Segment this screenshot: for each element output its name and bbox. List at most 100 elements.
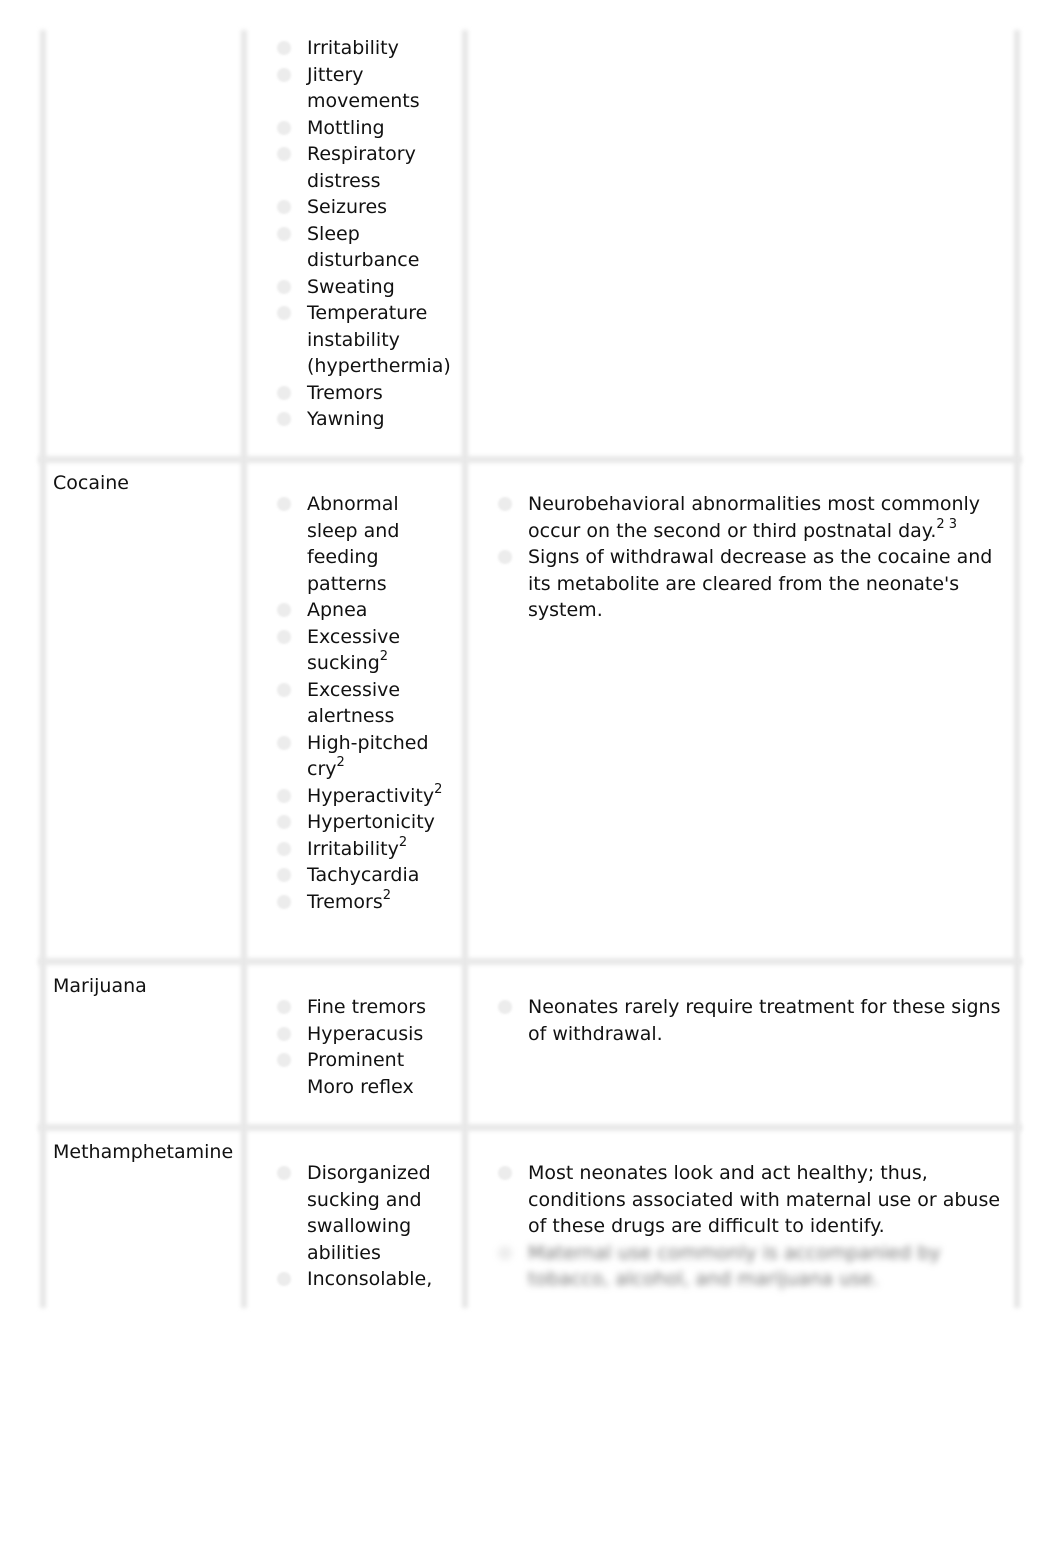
list-item: Mottling (277, 115, 447, 142)
item-text: Hyperactivity (307, 784, 435, 807)
drug-name: Cocaine (53, 472, 129, 494)
item-text: Irritability (307, 837, 399, 860)
list-item: Abnormal sleep and feeding patterns (277, 491, 447, 597)
bullet-icon (277, 1166, 291, 1180)
reference-superscript[interactable]: 2 (380, 649, 388, 664)
list-item: Tremors (277, 380, 447, 407)
bullet-icon (277, 200, 291, 214)
notes-list: Most neonates look and act healthy; thus… (498, 1160, 1003, 1293)
list-item: Hypertonicity (277, 809, 447, 836)
bullet-icon (277, 682, 291, 697)
item-text: Maternal use commonly is accompanied by … (528, 1241, 941, 1291)
bullet-icon (277, 147, 291, 161)
list-item: Yawning (277, 406, 447, 433)
item-text: Irritability (307, 37, 399, 59)
bullet-icon (277, 120, 291, 135)
list-item: Inconsolable, (277, 1266, 447, 1293)
list-item: Tremors2 (277, 888, 447, 916)
item-text: Tremors (307, 890, 383, 913)
list-item: Apnea (277, 597, 447, 624)
list-item: Most neonates look and act healthy; thus… (498, 1160, 1003, 1240)
bullet-icon (277, 412, 291, 426)
item-text: High-pitched cry (307, 731, 429, 781)
list-item: Signs of withdrawal decrease as the coca… (498, 544, 1003, 624)
reference-superscript[interactable]: 2 3 (936, 517, 957, 532)
list-item: Jittery movements (277, 62, 447, 115)
item-text: Neonates rarely require treatment for th… (528, 996, 1001, 1045)
reference-superscript[interactable]: 2 (399, 835, 407, 850)
bullet-icon (498, 550, 512, 564)
item-text: Sleep disturbance (307, 222, 420, 272)
item-text: Hypertonicity (307, 811, 435, 833)
bullet-icon (277, 1000, 291, 1014)
table-border-col2 (462, 30, 468, 1308)
notes-list: Neonates rarely require treatment for th… (498, 994, 1003, 1047)
bullet-icon (277, 385, 291, 400)
item-text: Seizures (307, 196, 388, 218)
bullet-icon (277, 629, 291, 644)
reference-superscript[interactable]: 2 (337, 755, 345, 770)
bullet-icon (498, 1000, 512, 1014)
bullet-icon (277, 868, 291, 882)
list-item: Seizures (277, 194, 447, 221)
item-text: Inconsolable, (307, 1268, 433, 1290)
item-text: Most neonates look and act healthy; thus… (528, 1162, 1001, 1237)
item-text: Prominent Moro reflex (307, 1049, 414, 1098)
table-border-left (40, 30, 46, 1308)
item-text: Jittery movements (307, 63, 420, 113)
item-text: Tachycardia (307, 864, 420, 886)
item-text: Neurobehavioral abnormalities most commo… (528, 493, 981, 542)
drug-name: Methamphetamine (53, 1141, 234, 1163)
list-item: Disorganized sucking and swallowing abil… (277, 1160, 447, 1266)
row-divider (38, 456, 1022, 463)
list-item: Prominent Moro reflex (277, 1047, 447, 1100)
list-item: Sleep disturbance (277, 221, 447, 274)
bullet-icon (277, 603, 291, 617)
list-item: Sweating (277, 274, 447, 301)
bullet-icon (277, 735, 291, 750)
item-text: Sweating (307, 275, 395, 298)
bullet-icon (277, 841, 291, 856)
item-text: Temperature instability (hyperthermia) (307, 302, 451, 377)
bullet-icon (277, 306, 291, 320)
list-item: Neonates rarely require treatment for th… (498, 994, 1003, 1047)
bullet-icon (498, 1245, 512, 1260)
bullet-icon (277, 1026, 291, 1041)
row-divider (38, 1124, 1022, 1131)
item-text: Excessive alertness (307, 678, 401, 728)
item-text: Yawning (307, 408, 385, 430)
notes-list: Neurobehavioral abnormalities most commo… (498, 491, 1003, 624)
item-text: Abnormal sleep and feeding patterns (307, 493, 400, 595)
bullet-icon (277, 226, 291, 241)
list-item: Hyperacusis (277, 1021, 447, 1048)
signs-list: Disorganized sucking and swallowing abil… (277, 1160, 447, 1293)
item-text: Disorganized sucking and swallowing abil… (307, 1162, 431, 1264)
bullet-icon (277, 815, 291, 829)
item-text: Hyperacusis (307, 1022, 424, 1045)
item-text: Apnea (307, 599, 368, 621)
table-border-col1 (241, 30, 247, 1308)
bullet-icon (277, 894, 291, 909)
bullet-icon (277, 279, 291, 294)
bullet-icon (277, 1272, 291, 1286)
bullet-icon (277, 67, 291, 82)
list-item: Irritability2 (277, 835, 447, 863)
list-item: Tachycardia (277, 862, 447, 889)
list-item: Excessive sucking2 (277, 624, 447, 677)
signs-list: Abnormal sleep and feeding patterns Apnea… (277, 491, 447, 916)
signs-list: Fine tremors Hyperacusis Prominent Moro re… (277, 994, 447, 1100)
list-item: Hyperactivity2 (277, 782, 447, 810)
bullet-icon (277, 1053, 291, 1067)
reference-superscript[interactable]: 2 (383, 888, 391, 903)
item-text: Tremors (307, 381, 383, 404)
bullet-icon (277, 41, 291, 55)
list-item: Excessive alertness (277, 677, 447, 730)
item-text: Mottling (307, 116, 385, 139)
signs-list: Irritability Jittery movements Mottling Res… (277, 35, 451, 433)
item-text: Fine tremors (307, 996, 426, 1018)
list-item: Respiratory distress (277, 141, 447, 194)
row-divider (38, 958, 1022, 965)
list-item: Maternal use commonly is accompanied by … (498, 1240, 1003, 1293)
reference-superscript[interactable]: 2 (434, 782, 442, 797)
bullet-icon (277, 788, 291, 803)
